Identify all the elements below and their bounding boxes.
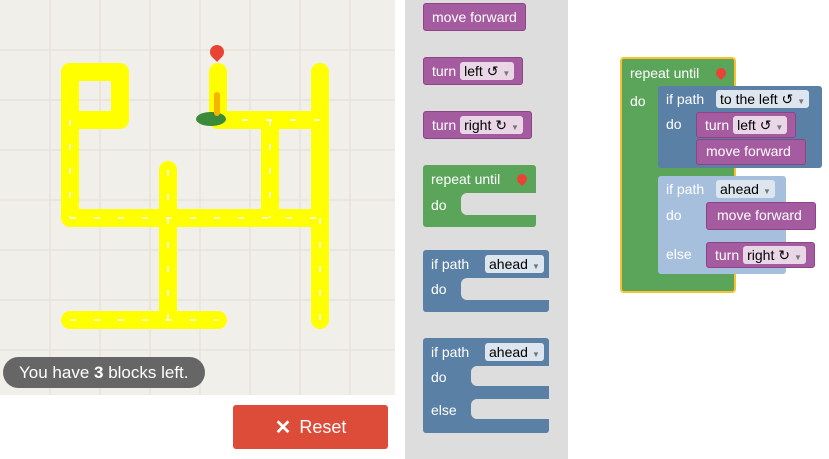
program-turn-left-block[interactable]: turn left ↺ ▼	[696, 112, 797, 138]
goal-icon	[713, 65, 729, 81]
do-label: do	[431, 197, 447, 213]
program-turn-right-block[interactable]: turn right ↻ ▼	[706, 242, 815, 268]
direction-dropdown[interactable]: right ↻ ▼	[743, 246, 806, 264]
toolbox-turn-right-block[interactable]: turn right ↻ ▼	[423, 111, 532, 139]
do-label: do	[666, 116, 682, 132]
direction-dropdown[interactable]: right ↻ ▼	[460, 116, 523, 134]
block-label: move forward	[432, 9, 517, 25]
pegman-body	[214, 92, 220, 116]
direction-dropdown[interactable]: left ↺ ▼	[460, 62, 515, 80]
toolbox-repeat-until-block[interactable]: repeat until do	[423, 165, 536, 227]
block-label: turn	[432, 117, 457, 133]
block-label: move forward	[717, 207, 802, 223]
do-label: do	[630, 93, 646, 109]
else-label: else	[666, 246, 692, 262]
toolbox-if-path-block[interactable]: if path ahead ▼ do	[423, 250, 549, 312]
maze-path	[61, 63, 329, 329]
block-label: if path	[431, 256, 470, 272]
blocks-left-counter: You have 3 blocks left.	[3, 357, 205, 388]
block-label: move forward	[706, 143, 791, 159]
toolbox-if-else-block[interactable]: if path ahead ▼ do else	[423, 338, 549, 433]
path-dropdown[interactable]: ahead ▼	[485, 343, 544, 361]
path-dropdown[interactable]: ahead ▼	[716, 180, 775, 198]
maze-canvas: You have 3 blocks left.	[0, 0, 395, 395]
block-label: turn	[715, 247, 740, 263]
do-label: do	[431, 369, 447, 385]
block-label: if path	[666, 181, 705, 197]
block-label: repeat until	[630, 65, 700, 81]
reset-button[interactable]: ✕ Reset	[233, 405, 388, 449]
do-label: do	[431, 281, 447, 297]
workspace: repeat until do if path to the left ↺ ▼ d…	[568, 0, 829, 459]
toolbox: move forward turn left ↺ ▼ turn right ↻ ▼ re…	[405, 0, 568, 459]
do-label: do	[666, 207, 682, 223]
maze-map	[0, 0, 395, 395]
block-label: if path	[666, 91, 705, 107]
direction-dropdown[interactable]: left ↺ ▼	[733, 116, 788, 134]
program-move-forward-block[interactable]: move forward	[696, 139, 806, 165]
toolbox-move-forward-block[interactable]: move forward	[423, 3, 526, 31]
goal-icon	[514, 171, 530, 187]
block-label: turn	[705, 117, 730, 133]
block-label: if path	[431, 344, 470, 360]
block-label: turn	[432, 63, 457, 79]
reset-label: Reset	[299, 416, 347, 437]
program-move-forward-block-2[interactable]: move forward	[706, 202, 816, 230]
path-dropdown[interactable]: ahead ▼	[485, 255, 544, 273]
block-label: repeat until	[431, 171, 501, 187]
path-dropdown[interactable]: to the left ↺ ▼	[716, 90, 810, 108]
else-label: else	[431, 402, 457, 418]
toolbox-turn-left-block[interactable]: turn left ↺ ▼	[423, 57, 524, 85]
pegman-icon	[196, 112, 226, 126]
close-icon: ✕	[274, 416, 292, 439]
